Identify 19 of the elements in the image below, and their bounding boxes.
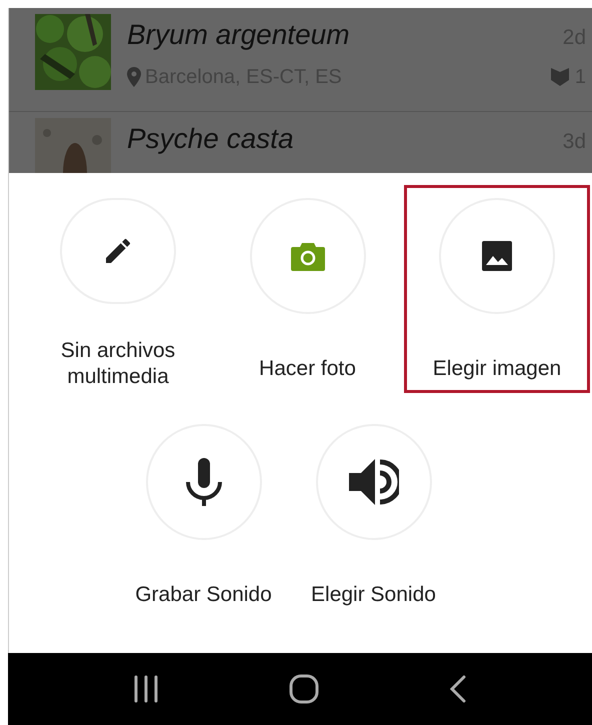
option-label: Sin archivos multimedia [60, 338, 176, 390]
image-icon [482, 241, 512, 271]
option-label: Elegir imagen [432, 356, 562, 382]
home-icon[interactable] [289, 674, 319, 704]
back-icon[interactable] [449, 675, 467, 703]
pin-icon [127, 67, 141, 87]
media-option[interactable]: Elegir imagen [404, 185, 590, 393]
speaker-icon [348, 459, 398, 505]
option-label: Hacer foto [259, 356, 356, 382]
species-name: Psyche casta [127, 122, 294, 156]
microphone-icon [186, 458, 222, 506]
option-label: Elegir Sonido [311, 582, 436, 608]
species-name: Bryum argenteum [127, 18, 350, 52]
option-label: Grabar Sonido [135, 582, 272, 608]
media-option[interactable]: Hacer foto [214, 185, 400, 393]
media-option[interactable]: Sin archivos multimedia [25, 185, 211, 393]
shield-icon [550, 68, 569, 86]
camera-icon [290, 241, 324, 271]
recent-apps-icon[interactable] [133, 675, 159, 703]
